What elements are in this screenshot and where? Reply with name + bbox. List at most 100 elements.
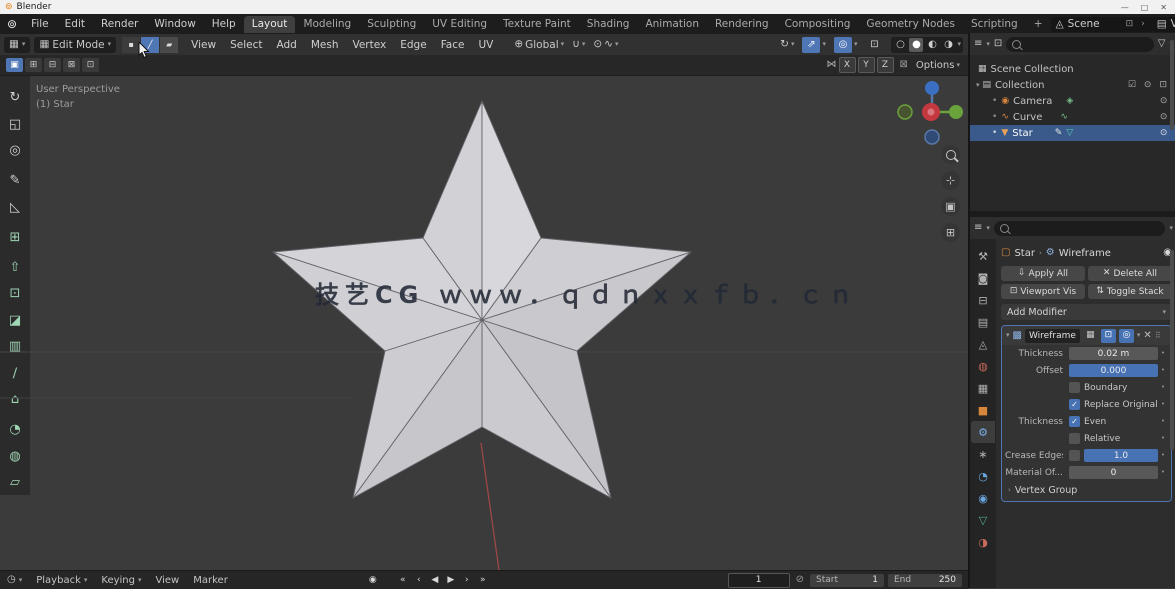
- workspace-tab-layout[interactable]: Layout: [244, 16, 296, 33]
- crease-edges-checkbox[interactable]: [1069, 450, 1080, 461]
- shading-rendered-button[interactable]: ◑: [941, 38, 955, 52]
- tab-constraints[interactable]: ◉: [971, 487, 995, 509]
- workspace-tab-scripting[interactable]: Scripting: [963, 16, 1026, 33]
- snap-magnet-icon[interactable]: ∪: [572, 39, 580, 50]
- playback-menu[interactable]: Playback▾: [29, 575, 94, 586]
- animate-dot[interactable]: •: [1158, 384, 1168, 391]
- modifier-name-field[interactable]: Wireframe: [1025, 329, 1080, 343]
- play-reverse-button[interactable]: ◀: [427, 573, 443, 587]
- options-dropdown[interactable]: Options: [916, 60, 955, 71]
- select-mode-extend-button[interactable]: ⊞: [25, 58, 42, 72]
- camera-view-button[interactable]: ▣: [941, 197, 960, 216]
- tab-render[interactable]: ◙: [971, 267, 995, 289]
- workspace-tab-sculpting[interactable]: Sculpting: [359, 16, 424, 33]
- apply-all-button[interactable]: ⇩ Apply All: [1001, 266, 1085, 281]
- select-mode-intersect-button[interactable]: ⊡: [82, 58, 99, 72]
- offset-slider[interactable]: 0.000: [1069, 364, 1158, 377]
- outliner-row-camera[interactable]: • ◉ Camera ◈ ⊙ ⊡: [970, 93, 1175, 109]
- jump-to-start-button[interactable]: «: [395, 573, 411, 587]
- crease-weight-slider[interactable]: 1.0: [1084, 449, 1158, 462]
- outliner-row-star[interactable]: • ▼ Star ✎ ▽ ⊙ ⊡: [970, 125, 1175, 141]
- keying-menu[interactable]: Keying▾: [94, 575, 148, 586]
- animate-dot[interactable]: •: [1158, 418, 1168, 425]
- animate-dot[interactable]: •: [1158, 435, 1168, 442]
- viewport-menu-select[interactable]: Select: [223, 39, 269, 51]
- new-scene-icon[interactable]: ›: [1139, 20, 1147, 29]
- select-mode-invert-button[interactable]: ⊠: [63, 58, 80, 72]
- viewport-menu-view[interactable]: View: [184, 39, 223, 51]
- outliner-search-input[interactable]: [1006, 37, 1153, 52]
- eye-icon[interactable]: ⊙: [1160, 97, 1168, 106]
- close-button[interactable]: ✕: [1160, 3, 1167, 12]
- viewport-canvas[interactable]: [0, 75, 968, 570]
- menu-window[interactable]: Window: [146, 18, 203, 30]
- current-frame-field[interactable]: 1: [728, 573, 790, 588]
- viewport-vis-button[interactable]: ⊡ Viewport Vis: [1001, 284, 1085, 299]
- viewport-menu-face[interactable]: Face: [434, 39, 472, 51]
- workspace-tab-shading[interactable]: Shading: [579, 16, 638, 33]
- menu-help[interactable]: Help: [204, 18, 244, 30]
- select-mode-set-button[interactable]: ▣: [6, 58, 23, 72]
- zoom-button[interactable]: [941, 145, 960, 164]
- show-gizmo-icon[interactable]: ↻: [780, 39, 789, 50]
- add-modifier-dropdown[interactable]: Add Modifier ▾: [1001, 304, 1172, 320]
- thickness-slider[interactable]: 0.02 m: [1069, 347, 1158, 360]
- tweak-fallback-icon[interactable]: ⊠: [900, 60, 908, 70]
- editor-type-button[interactable]: ▦ ▾: [4, 37, 30, 53]
- modifier-render-toggle[interactable]: ◎: [1119, 329, 1134, 343]
- tab-object-data[interactable]: ▽: [971, 509, 995, 531]
- snapping-toggle[interactable]: ⇗: [802, 37, 820, 53]
- replace-original-checkbox[interactable]: ✓: [1069, 399, 1080, 410]
- expand-icon[interactable]: ▾: [976, 82, 980, 89]
- frame-end-field[interactable]: End 250: [888, 574, 962, 587]
- scene-selector[interactable]: ◬ Scene ⊡ ›: [1051, 17, 1152, 32]
- menu-file[interactable]: File: [23, 18, 57, 30]
- vertex-group-section[interactable]: › Vertex Group: [1002, 481, 1171, 499]
- mode-dropdown[interactable]: ▦ Edit Mode ▾: [34, 37, 116, 53]
- modifier-panel-header[interactable]: ▾ ▩ Wireframe ▦ ⊡ ◎ ▾ ✕ ⠿: [1002, 326, 1171, 345]
- proportional-editing-icon[interactable]: ⊙: [593, 39, 602, 50]
- maximize-button[interactable]: □: [1141, 3, 1149, 12]
- tab-object[interactable]: ■: [971, 399, 995, 421]
- workspace-tab-rendering[interactable]: Rendering: [707, 16, 777, 33]
- menu-render[interactable]: Render: [93, 18, 146, 30]
- animate-dot[interactable]: •: [1158, 401, 1168, 408]
- shading-solid-button[interactable]: ●: [909, 38, 923, 52]
- xray-toggle[interactable]: ⊡: [865, 37, 883, 53]
- view-menu[interactable]: View: [149, 575, 187, 586]
- viewport-menu-add[interactable]: Add: [269, 39, 303, 51]
- scrollbar-thumb[interactable]: [1170, 40, 1174, 130]
- play-button[interactable]: ▶: [443, 573, 459, 587]
- viewport-menu-mesh[interactable]: Mesh: [304, 39, 346, 51]
- face-select-button[interactable]: ▰: [160, 37, 178, 53]
- workspace-tab-animation[interactable]: Animation: [637, 16, 707, 33]
- auto-keying-toggle[interactable]: ◉: [365, 573, 381, 587]
- workspace-tab-modeling[interactable]: Modeling: [295, 16, 359, 33]
- blender-menu-icon[interactable]: ⊚: [7, 18, 17, 30]
- scrollbar[interactable]: [1170, 40, 1174, 580]
- view-layer-selector[interactable]: ▤ ViewLayer ⊡ ✕: [1152, 17, 1175, 32]
- mirror-z-button[interactable]: Z: [877, 57, 894, 73]
- toggle-stack-button[interactable]: ⇅ Toggle Stack: [1088, 284, 1172, 299]
- preview-range-icon[interactable]: ⊘: [796, 575, 804, 585]
- tab-tool[interactable]: ⚒: [971, 245, 995, 267]
- select-mode-subtract-button[interactable]: ⊟: [44, 58, 61, 72]
- tab-output[interactable]: ⊟: [971, 289, 995, 311]
- workspace-tab-geometry-nodes[interactable]: Geometry Nodes: [858, 16, 963, 33]
- jump-to-end-button[interactable]: »: [475, 573, 491, 587]
- material-offset-field[interactable]: 0: [1069, 466, 1158, 479]
- orientation-dropdown[interactable]: Global: [525, 39, 559, 51]
- gizmo-axis-y-neg[interactable]: [898, 105, 912, 119]
- eye-icon[interactable]: ⊙: [1160, 113, 1168, 122]
- outliner-row-collection[interactable]: ▾ ▤ Collection ☑ ⊙ ⊡: [970, 77, 1175, 93]
- tab-physics[interactable]: ◔: [971, 465, 995, 487]
- prev-keyframe-button[interactable]: ‹: [411, 573, 427, 587]
- viewport-menu-vertex[interactable]: Vertex: [345, 39, 393, 51]
- viewport-menu-uv[interactable]: UV: [471, 39, 500, 51]
- outliner-display-mode-icon[interactable]: ≡: [974, 39, 982, 49]
- viewport-3d[interactable]: User Perspective (1) Star 技艺CG ｗｗｗ．ｑｄｎｘｘ…: [0, 75, 968, 570]
- falloff-curve-icon[interactable]: ∿: [604, 39, 613, 50]
- boundary-checkbox[interactable]: [1069, 382, 1080, 393]
- modifier-realtime-toggle[interactable]: ⊡: [1101, 329, 1116, 343]
- workspace-tab-compositing[interactable]: Compositing: [777, 16, 859, 33]
